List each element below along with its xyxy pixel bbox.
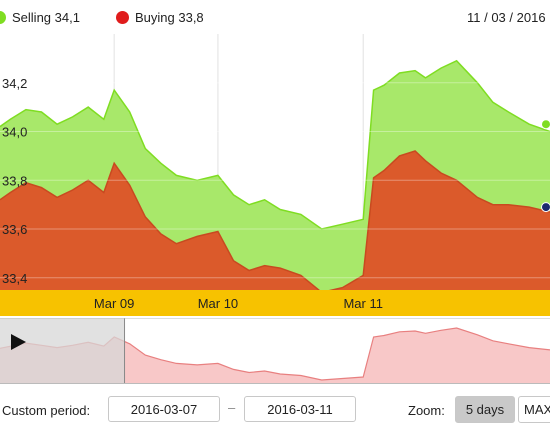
period-controls: Custom period: – Zoom: 5 days MAX: [0, 392, 550, 432]
x-axis-band: Mar 09 Mar 10 Mar 11: [0, 290, 550, 316]
legend-dot-buying: [116, 11, 129, 24]
y-tick-label: 34,2: [2, 76, 27, 91]
range-navigator[interactable]: [0, 318, 550, 384]
y-tick-label: 34,0: [2, 125, 27, 140]
date-from-input[interactable]: [108, 396, 220, 422]
navigator-selected-range: [0, 318, 125, 384]
legend-item-selling[interactable]: Selling 34,1: [0, 10, 80, 25]
y-tick-label: 33,4: [2, 271, 27, 286]
zoom-label: Zoom:: [408, 403, 445, 418]
main-chart[interactable]: 33,4 33,6 33,8 34,0 34,2: [0, 34, 550, 290]
buying-current-marker: [541, 202, 550, 213]
legend-item-buying[interactable]: Buying 33,8: [116, 10, 204, 25]
y-tick-label: 33,8: [2, 173, 27, 188]
date-to-input[interactable]: [244, 396, 356, 422]
selling-current-marker: [541, 119, 550, 130]
x-tick-label: Mar 11: [343, 296, 383, 311]
zoom-5-days-button[interactable]: 5 days: [455, 396, 515, 423]
y-tick-label: 33,6: [2, 222, 27, 237]
x-tick-label: Mar 09: [93, 296, 135, 311]
custom-period-label: Custom period:: [2, 403, 91, 418]
date-separator: –: [228, 400, 236, 415]
legend-dot-selling: [0, 11, 6, 24]
current-date: 11 / 03 / 2016: [467, 10, 546, 25]
chart-legend: Selling 34,1 Buying 33,8 11 / 03 / 2016: [0, 0, 550, 34]
zoom-max-button[interactable]: MAX: [518, 396, 550, 423]
x-tick-label: Mar 10: [197, 296, 239, 311]
legend-label-selling: Selling 34,1: [12, 10, 80, 25]
legend-label-buying: Buying 33,8: [135, 10, 204, 25]
